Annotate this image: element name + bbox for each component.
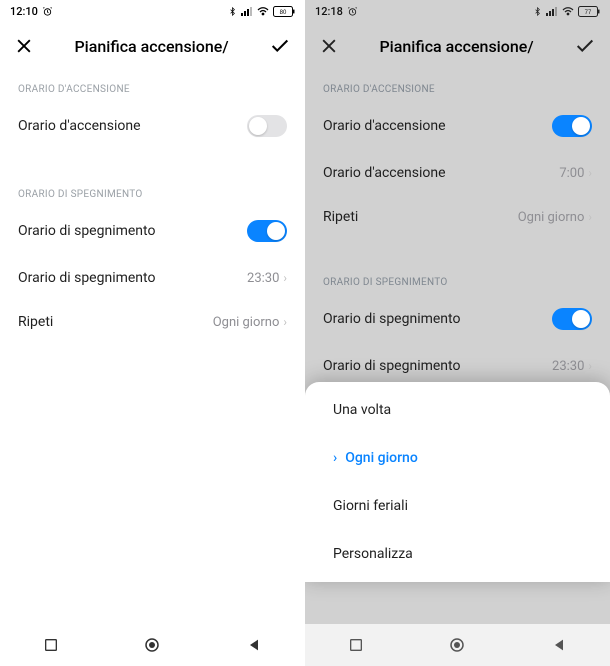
chevron-right-icon: › [588, 210, 592, 224]
battery-icon: 80 [273, 6, 295, 17]
close-icon[interactable] [14, 36, 34, 56]
row-repeat[interactable]: Ripeti Ogni giorno › [305, 195, 610, 239]
row-power-on-toggle[interactable]: Orario d'accensione [0, 101, 305, 151]
navbar [0, 624, 305, 666]
wifi-icon [257, 6, 269, 16]
row-value: Ogni giorno [518, 210, 585, 225]
row-label: Orario di spegnimento [18, 270, 155, 286]
chevron-right-icon: › [588, 166, 592, 180]
section-power-off-label: ORARIO DI SPEGNIMENTO [305, 263, 610, 294]
row-label: Orario di spegnimento [18, 223, 155, 239]
page-title: Pianifica accensione/ [46, 37, 257, 56]
nav-home-button[interactable] [136, 629, 168, 661]
battery-icon: 77 [578, 6, 600, 17]
status-time: 12:10 [10, 5, 38, 18]
row-label: Orario d'accensione [18, 118, 141, 134]
alarm-icon [347, 6, 358, 17]
status-bar: 12:18 77 [305, 0, 610, 22]
svg-text:80: 80 [280, 10, 287, 16]
nav-back-button[interactable] [238, 629, 270, 661]
section-power-on-label: ORARIO D'ACCENSIONE [305, 70, 610, 101]
confirm-icon[interactable] [574, 35, 596, 57]
alarm-icon [42, 6, 53, 17]
bluetooth-icon [533, 6, 542, 17]
row-power-off-toggle[interactable]: Orario di spegnimento [0, 206, 305, 256]
sheet-option-every-day[interactable]: Ogni giorno [305, 434, 610, 482]
page-title: Pianifica accensione/ [351, 37, 562, 56]
row-repeat[interactable]: Ripeti Ogni giorno › [0, 300, 305, 344]
confirm-icon[interactable] [269, 35, 291, 57]
nav-recent-button[interactable] [340, 629, 372, 661]
chevron-right-icon: › [588, 359, 592, 373]
row-label: Orario di spegnimento [323, 311, 460, 327]
nav-back-button[interactable] [543, 629, 575, 661]
sheet-option-once[interactable]: Una volta [305, 386, 610, 434]
section-power-on-label: ORARIO D'ACCENSIONE [0, 70, 305, 101]
repeat-options-sheet: Una volta Ogni giorno Giorni feriali Per… [305, 382, 610, 582]
row-power-on-time[interactable]: Orario d'accensione 7:00 › [305, 151, 610, 195]
signal-icon [241, 6, 253, 16]
row-value: 23:30 [552, 359, 584, 374]
chevron-right-icon: › [283, 271, 287, 285]
wifi-icon [562, 6, 574, 16]
row-label: Ripeti [18, 314, 53, 330]
chevron-right-icon: › [283, 315, 287, 329]
toggle-power-off[interactable] [552, 308, 592, 330]
header: Pianifica accensione/ [0, 22, 305, 70]
svg-text:77: 77 [585, 10, 592, 16]
toggle-power-on[interactable] [247, 115, 287, 137]
row-label: Orario d'accensione [323, 118, 446, 134]
content: ORARIO D'ACCENSIONE Orario d'accensione … [0, 70, 305, 624]
sheet-option-weekdays[interactable]: Giorni feriali [305, 482, 610, 530]
row-power-off-toggle[interactable]: Orario di spegnimento [305, 294, 610, 344]
sheet-option-custom[interactable]: Personalizza [305, 530, 610, 578]
phone-left: 12:10 80 Pianifica accensione/ [0, 0, 305, 666]
row-label: Orario d'accensione [323, 165, 446, 181]
row-value: Ogni giorno [213, 315, 280, 330]
row-value: 23:30 [247, 271, 279, 286]
toggle-power-off[interactable] [247, 220, 287, 242]
status-time: 12:18 [315, 5, 343, 18]
status-bar: 12:10 80 [0, 0, 305, 22]
bluetooth-icon [228, 6, 237, 17]
row-label: Ripeti [323, 209, 358, 225]
header: Pianifica accensione/ [305, 22, 610, 70]
row-value: 7:00 [559, 166, 584, 181]
signal-icon [546, 6, 558, 16]
nav-home-button[interactable] [441, 629, 473, 661]
toggle-power-on[interactable] [552, 115, 592, 137]
close-icon[interactable] [319, 36, 339, 56]
phone-right: 12:18 77 [305, 0, 610, 666]
row-label: Orario di spegnimento [323, 358, 460, 374]
section-power-off-label: ORARIO DI SPEGNIMENTO [0, 175, 305, 206]
row-power-on-toggle[interactable]: Orario d'accensione [305, 101, 610, 151]
row-power-off-time[interactable]: Orario di spegnimento 23:30 › [0, 256, 305, 300]
nav-recent-button[interactable] [35, 629, 67, 661]
navbar [305, 624, 610, 666]
